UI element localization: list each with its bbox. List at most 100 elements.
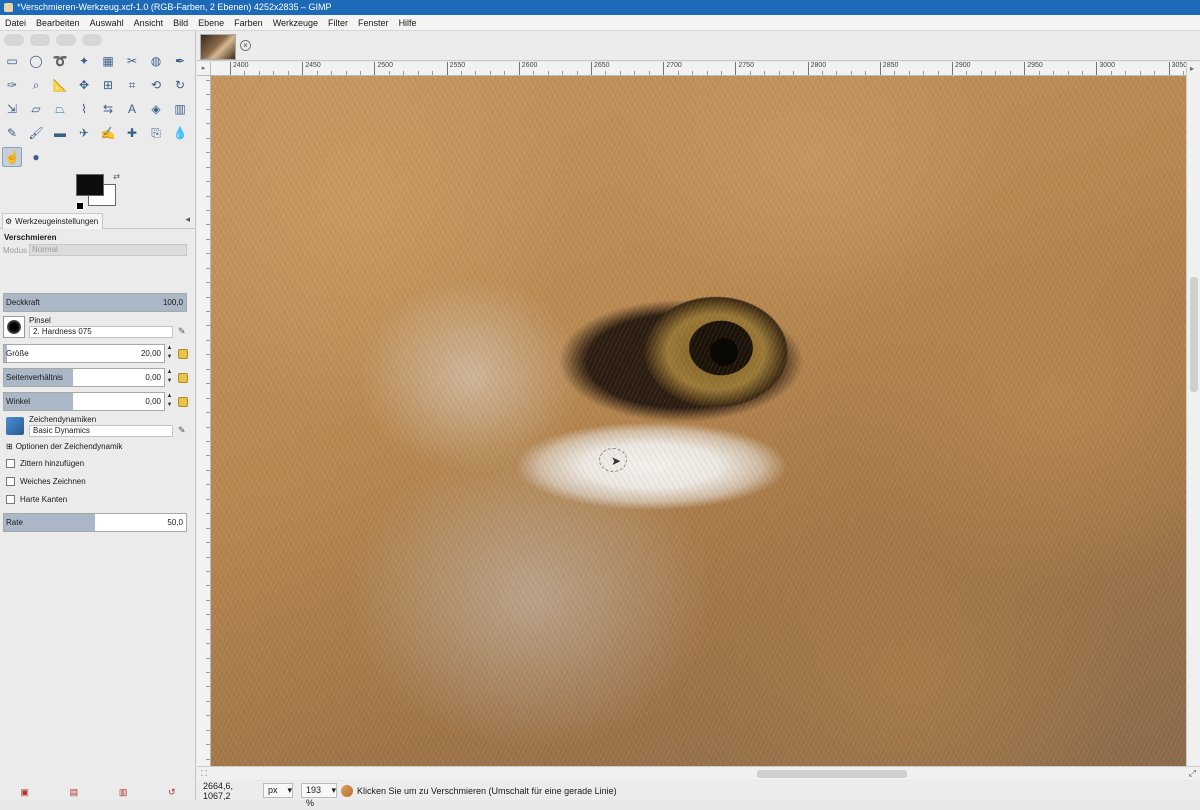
crop-icon[interactable]: ⌗ <box>122 75 142 95</box>
align-icon[interactable]: ⊞ <box>98 75 118 95</box>
color-select-icon[interactable]: ▦ <box>98 51 118 71</box>
vertical-scroll-thumb[interactable] <box>1190 277 1198 392</box>
ruler-tick: 3000 <box>1096 62 1115 75</box>
swap-colors-icon[interactable]: ⇄ <box>113 172 120 181</box>
size-slider[interactable]: Größe 20,00 <box>3 344 165 363</box>
image-tab-thumbnail[interactable] <box>200 34 236 60</box>
close-image-icon[interactable]: × <box>240 40 251 51</box>
tab-menu-icon[interactable]: ◂ <box>185 214 190 225</box>
airbrush-icon[interactable]: ✈ <box>74 123 94 143</box>
angle-spinner-icon[interactable]: ▲ ▼ <box>166 392 173 411</box>
tab-tool-options[interactable]: ⚙ Werkzeugeinstellungen <box>2 213 104 229</box>
measure-icon[interactable]: 📐 <box>50 75 70 95</box>
foreground-select-icon[interactable]: ◍ <box>146 51 166 71</box>
flip-icon[interactable]: ⇆ <box>98 99 118 119</box>
scissors-icon[interactable]: ✂ <box>122 51 142 71</box>
clone-icon[interactable]: ⎘ <box>146 123 166 143</box>
size-spinner-icon[interactable]: ▲ ▼ <box>166 344 173 363</box>
hard-edge-checkbox[interactable]: Harte Kanten <box>6 495 67 504</box>
menu-filter[interactable]: Filter <box>327 17 349 29</box>
color-picker-icon[interactable]: ✑ <box>2 75 22 95</box>
vertical-ruler[interactable] <box>197 76 211 766</box>
reset-angle-icon[interactable] <box>178 397 188 407</box>
vertical-scrollbar[interactable]: ▸ <box>1186 62 1200 766</box>
ink-icon[interactable]: ✍ <box>98 123 118 143</box>
zoom-icon[interactable]: ⌕ <box>26 75 46 95</box>
paintbrush-icon[interactable]: 🖌 <box>26 123 46 143</box>
gradient-icon[interactable]: ▥ <box>170 99 190 119</box>
fuzzy-select-icon[interactable]: ✦ <box>74 51 94 71</box>
mode-select[interactable]: Normal <box>29 244 188 256</box>
aspect-spinner-icon[interactable]: ▲ ▼ <box>166 368 173 387</box>
jitter-checkbox-box[interactable] <box>6 459 15 468</box>
brush-name-field[interactable]: 2. Hardness 075 <box>29 326 173 338</box>
menu-bearbeiten[interactable]: Bearbeiten <box>35 17 81 29</box>
menu-auswahl[interactable]: Auswahl <box>89 17 125 29</box>
image-canvas[interactable]: ➤ <box>211 76 1186 766</box>
unit-select[interactable]: px ▾ <box>263 783 293 798</box>
smudge-icon[interactable]: ☝ <box>2 147 22 167</box>
scroll-up-icon[interactable]: ▸ <box>1190 64 1194 73</box>
smooth-label: Weiches Zeichnen <box>20 477 86 486</box>
rect-select-icon[interactable]: ▭ <box>2 51 22 71</box>
delete-preset-icon[interactable]: ▥ <box>119 787 128 798</box>
scale-icon[interactable]: ⇲ <box>2 99 22 119</box>
ruler-corner-icon[interactable]: ▸ <box>197 62 211 76</box>
shear-icon[interactable]: ▱ <box>26 99 46 119</box>
foreground-color-swatch[interactable] <box>76 174 104 196</box>
lasso-icon[interactable]: ➰ <box>50 51 70 71</box>
menu-datei[interactable]: Datei <box>4 17 27 29</box>
hard-edge-label: Harte Kanten <box>20 495 68 504</box>
horizontal-ruler[interactable]: 2400 2450 2500 2550 2600 2650 2700 2750 2800 2850… <box>211 62 1186 76</box>
reset-aspect-icon[interactable] <box>178 373 188 383</box>
opacity-slider[interactable]: Deckkraft 100,0 <box>3 293 187 312</box>
horizontal-scroll-thumb[interactable] <box>757 770 907 778</box>
menu-werkzeuge[interactable]: Werkzeuge <box>272 17 319 29</box>
menu-ansicht[interactable]: Ansicht <box>133 17 165 29</box>
jitter-checkbox[interactable]: Zittern hinzufügen <box>6 459 84 468</box>
restore-preset-icon[interactable]: ▤ <box>70 787 79 798</box>
unified-transform-icon[interactable]: ⟲ <box>146 75 166 95</box>
reset-defaults-icon[interactable]: ↺ <box>168 787 176 798</box>
rate-slider[interactable]: Rate 50,0 <box>3 513 187 532</box>
pencil-icon[interactable]: ✎ <box>2 123 22 143</box>
dynamics-name-field[interactable]: Basic Dynamics <box>29 425 173 437</box>
bucket-fill-icon[interactable]: ◈ <box>146 99 166 119</box>
menu-fenster[interactable]: Fenster <box>357 17 390 29</box>
blur-icon[interactable]: 💧 <box>170 123 190 143</box>
menu-hilfe[interactable]: Hilfe <box>398 17 418 29</box>
paths-icon[interactable]: ✒ <box>170 51 190 71</box>
text-icon[interactable]: A <box>122 99 142 119</box>
horizontal-scrollbar[interactable]: ⛶ ⤢ <box>197 766 1200 780</box>
warp-icon[interactable]: ⌇ <box>74 99 94 119</box>
edit-brush-icon[interactable]: ✎ <box>178 326 188 336</box>
move-icon[interactable]: ✥ <box>74 75 94 95</box>
zoom-select[interactable]: 193 % ▾ <box>301 783 337 808</box>
angle-slider[interactable]: Winkel 0,00 <box>3 392 165 411</box>
menu-farben[interactable]: Farben <box>233 17 264 29</box>
ellipse-select-icon[interactable]: ◯ <box>26 51 46 71</box>
reset-size-icon[interactable] <box>178 349 188 359</box>
menu-ebene[interactable]: Ebene <box>197 17 225 29</box>
dynamics-options-expander[interactable]: ⊞ Optionen der Zeichendynamik <box>6 442 122 451</box>
smooth-checkbox-box[interactable] <box>6 477 15 486</box>
rotate-icon[interactable]: ↻ <box>170 75 190 95</box>
edit-dynamics-icon[interactable]: ✎ <box>178 425 188 435</box>
menu-bild[interactable]: Bild <box>172 17 189 29</box>
smooth-checkbox[interactable]: Weiches Zeichnen <box>6 477 86 486</box>
dodge-burn-icon[interactable]: ● <box>26 147 46 167</box>
brush-preview[interactable] <box>3 316 25 338</box>
hard-edge-checkbox-box[interactable] <box>6 495 15 504</box>
save-preset-icon[interactable]: ▣ <box>20 787 29 798</box>
perspective-icon[interactable]: ⏢ <box>50 99 70 119</box>
ruler-minor-tick <box>923 71 925 75</box>
heal-icon[interactable]: ✚ <box>122 123 142 143</box>
ruler-minor-tick <box>206 296 210 298</box>
navigate-icon[interactable]: ⛶ <box>201 769 207 779</box>
zoom-window-icon[interactable]: ⤢ <box>1189 768 1196 779</box>
aspect-slider[interactable]: Seitenverhältnis 0,00 <box>3 368 165 387</box>
eraser-icon[interactable]: ▬ <box>50 123 70 143</box>
dynamics-preview-icon[interactable] <box>6 417 24 435</box>
ruler-tick-label: 2600 <box>521 62 538 69</box>
reset-colors-icon[interactable] <box>76 202 84 210</box>
